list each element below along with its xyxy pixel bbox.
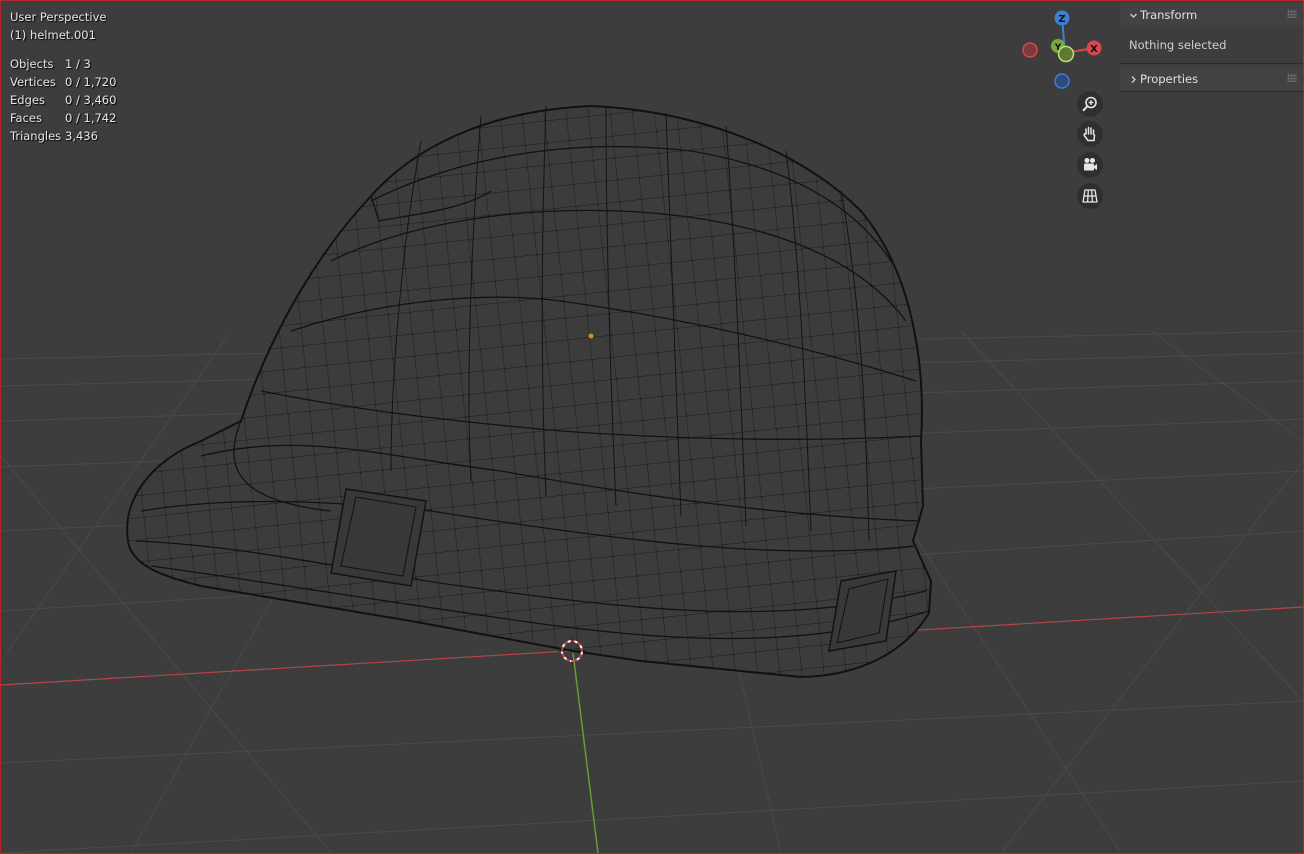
active-object-name: (1) helmet.001 [10, 28, 96, 42]
grid-icon [1082, 189, 1098, 203]
camera-view-button[interactable] [1077, 152, 1103, 178]
stat-row-triangles: Triangles 3,436 [10, 127, 116, 145]
zoom-icon [1082, 96, 1097, 112]
chevron-down-icon [1126, 11, 1140, 20]
stat-row-faces: Faces 0 / 1,742 [10, 109, 116, 127]
chevron-right-icon [1126, 75, 1140, 84]
stat-row-objects: Objects 1 / 3 [10, 55, 116, 73]
stat-value: 0 / 3,460 [65, 93, 117, 107]
object-origin-dot [588, 333, 594, 339]
camera-icon [1084, 158, 1097, 171]
stat-value: 3,436 [65, 129, 98, 143]
hand-icon [1083, 126, 1096, 142]
view-name: User Perspective [10, 10, 107, 24]
stat-row-vertices: Vertices 0 / 1,720 [10, 73, 116, 91]
stat-label: Objects [10, 57, 54, 71]
y-axis-line [572, 652, 599, 853]
helmet-mesh[interactable] [126, 104, 933, 679]
stat-label: Faces [10, 111, 42, 125]
properties-panel-header[interactable]: Properties [1120, 67, 1303, 91]
stat-row-edges: Edges 0 / 3,460 [10, 91, 116, 109]
navigation-gizmo[interactable]: Z Y X [1016, 6, 1111, 96]
transform-panel-header[interactable]: Transform [1120, 3, 1303, 27]
properties-panel-title: Properties [1140, 72, 1199, 86]
sidebar-panel: Transform Nothing selected Properties [1120, 3, 1303, 92]
3d-viewport[interactable]: User Perspective (1) helmet.001 Objects 1… [0, 0, 1304, 854]
scene-statistics: Objects 1 / 3 Vertices 0 / 1,720 Edges 0 / … [10, 55, 116, 145]
drag-grip-icon[interactable] [1287, 10, 1297, 18]
gizmo-neg-y[interactable] [1057, 45, 1075, 63]
viewport-info: User Perspective (1) helmet.001 Objects 1… [10, 8, 116, 145]
gizmo-neg-x[interactable] [1022, 42, 1038, 58]
viewport-scene[interactable] [1, 1, 1303, 853]
zoom-button[interactable] [1077, 91, 1103, 117]
pan-button[interactable] [1077, 121, 1103, 147]
transform-panel: Transform Nothing selected [1120, 3, 1303, 64]
properties-panel: Properties [1120, 67, 1303, 92]
transform-panel-message: Nothing selected [1120, 27, 1303, 63]
perspective-toggle-button[interactable] [1077, 183, 1103, 209]
stat-value: 1 / 3 [65, 57, 91, 71]
stat-value: 0 / 1,720 [65, 75, 117, 89]
gizmo-z-label: Z [1058, 14, 1065, 25]
transform-panel-title: Transform [1140, 8, 1198, 22]
stat-label: Triangles [10, 129, 62, 143]
gizmo-neg-z[interactable] [1054, 73, 1070, 89]
gizmo-x-label: X [1090, 44, 1098, 55]
drag-grip-icon[interactable] [1287, 74, 1297, 82]
stat-label: Edges [10, 93, 45, 107]
stat-label: Vertices [10, 75, 56, 89]
stat-value: 0 / 1,742 [65, 111, 117, 125]
